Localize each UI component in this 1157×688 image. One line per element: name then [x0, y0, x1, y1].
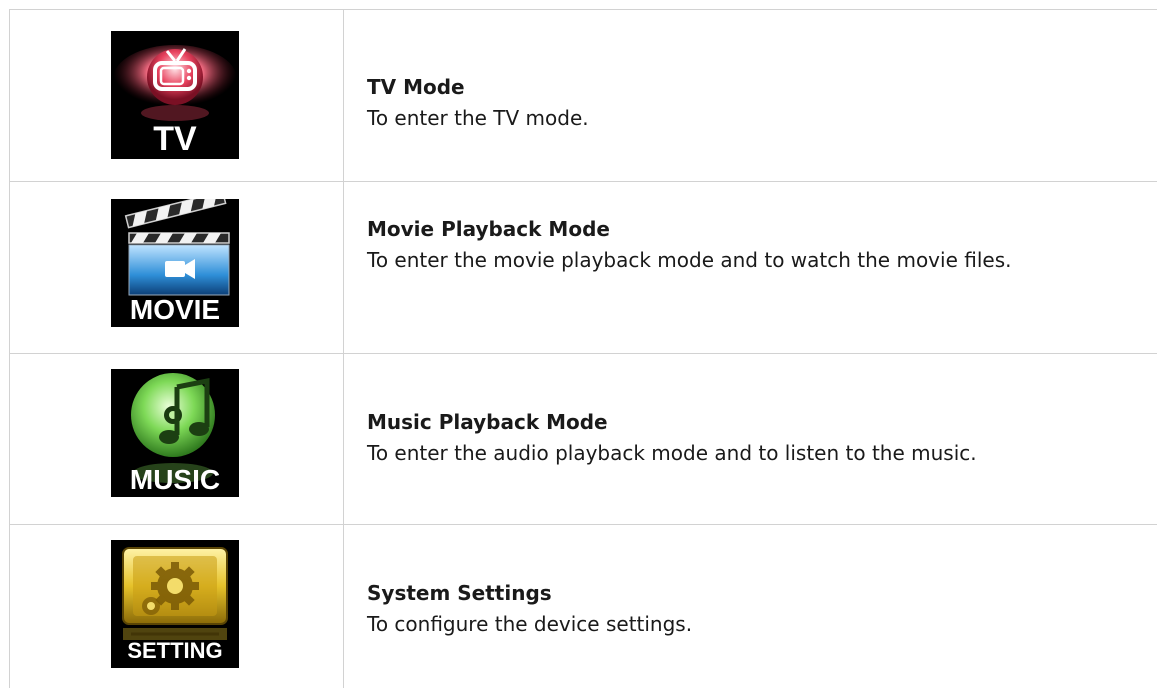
table-row: MOVIE Movie Playback Mode To enter the m… [9, 181, 1157, 353]
row-text: TV Mode To enter the TV mode. [367, 73, 1153, 135]
setting-icon: SETTING [111, 540, 239, 668]
tv-icon-label: TV [153, 120, 197, 158]
row-title: Movie Playback Mode [367, 217, 610, 241]
row-description: To enter the TV mode. [367, 106, 589, 130]
row-description: To enter the audio playback mode and to … [367, 441, 977, 465]
row-text: Movie Playback Mode To enter the movie p… [367, 215, 1153, 277]
table-row: MUSIC Music Playback Mode To enter the a… [9, 353, 1157, 524]
movie-icon-label: MOVIE [129, 294, 221, 325]
row-description: To enter the movie playback mode and to … [367, 248, 1012, 272]
setting-icon-label: SETTING [127, 638, 223, 663]
row-description: To configure the device settings. [367, 612, 693, 636]
music-icon: MUSIC [111, 369, 239, 497]
row-title: System Settings [367, 581, 552, 605]
row-text: Music Playback Mode To enter the audio p… [367, 408, 1153, 470]
row-title: Music Playback Mode [367, 410, 608, 434]
table-row: TV TV Mode To enter the TV mode. [9, 9, 1157, 181]
table-row: SETTING System Settings To configure the… [9, 524, 1157, 688]
music-icon-label: MUSIC [129, 464, 221, 495]
row-title: TV Mode [367, 75, 465, 99]
tv-icon: TV [111, 31, 239, 159]
movie-icon: MOVIE [111, 199, 239, 327]
row-text: System Settings To configure the device … [367, 579, 1153, 641]
